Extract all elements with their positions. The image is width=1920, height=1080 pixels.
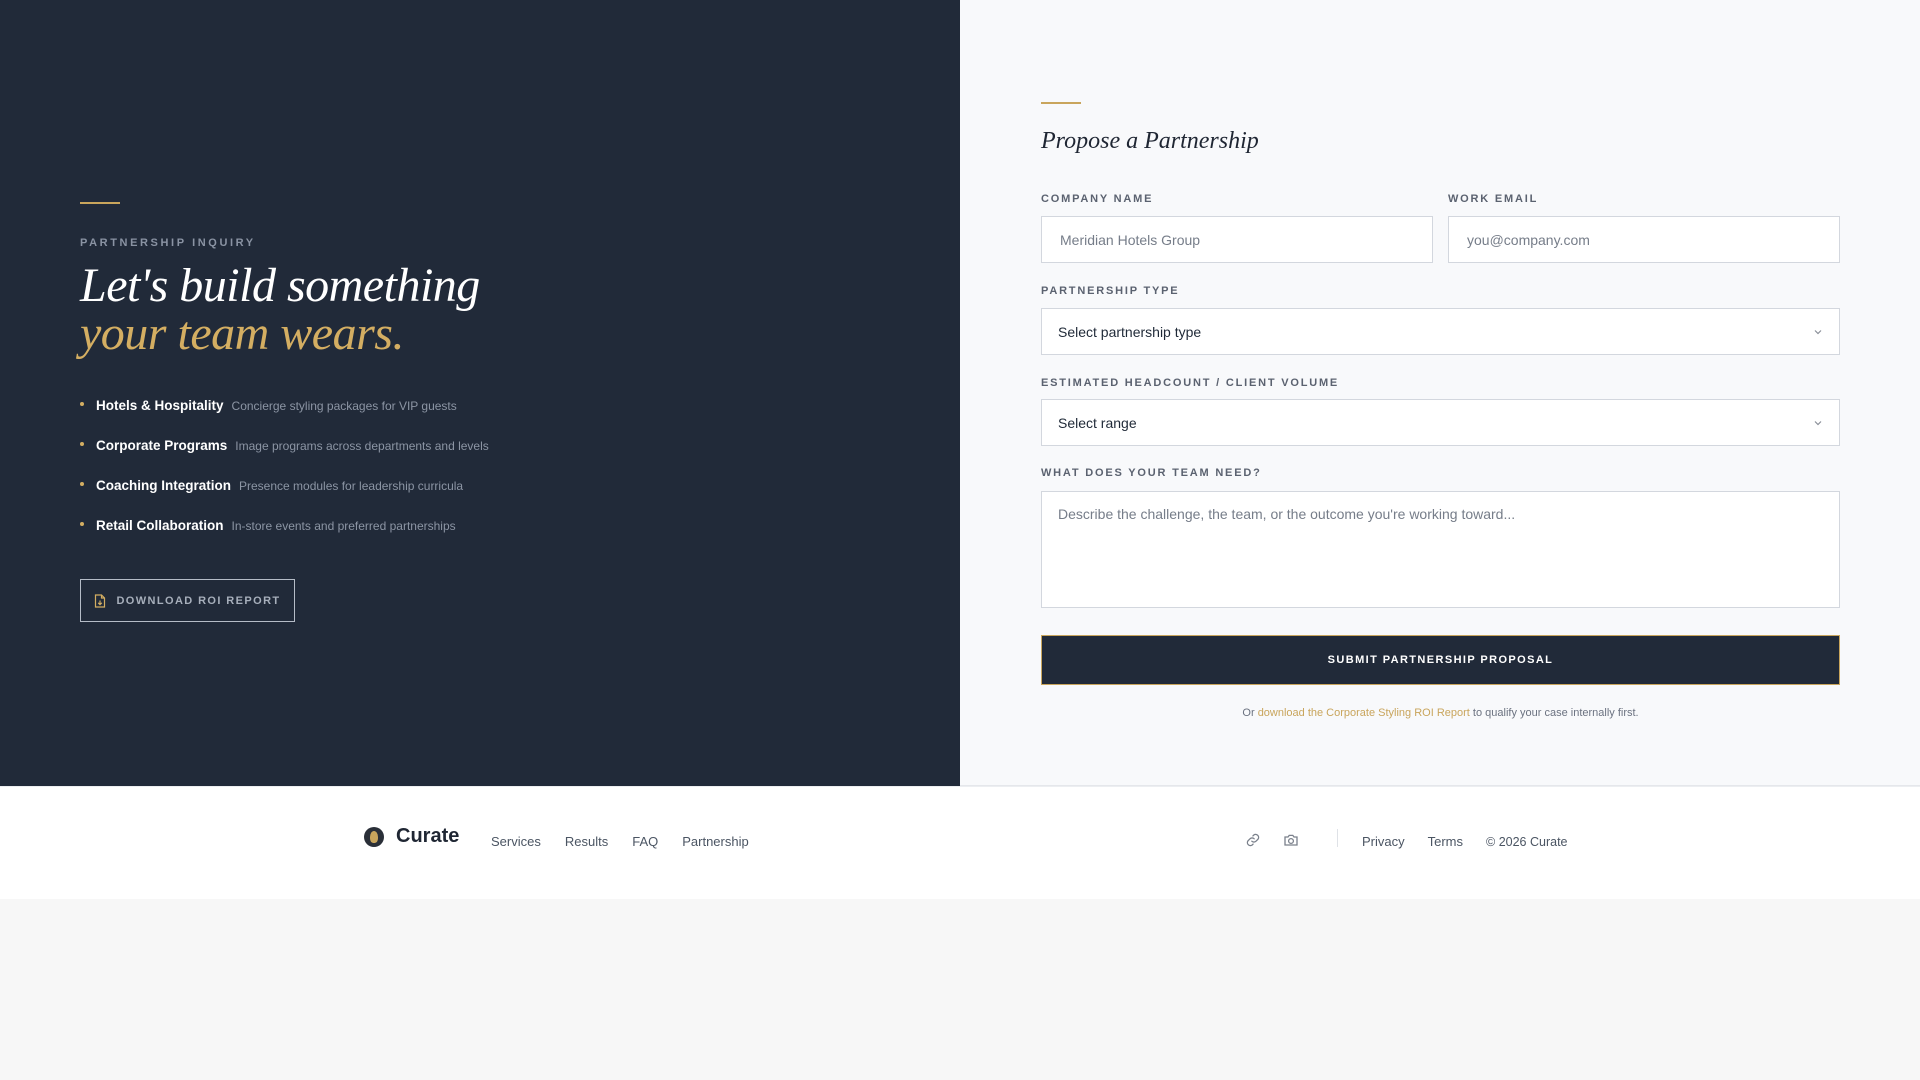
team-needs-textarea[interactable] [1041,491,1840,608]
document-icon [95,593,106,608]
company-name-field[interactable] [1041,216,1433,263]
feature-list: Hotels & Hospitality Concierge styling pa… [80,398,489,558]
footer-nav: Services Results FAQ Partnership [491,834,749,849]
hero-section: PARTNERSHIP INQUIRY Let's build somethin… [0,0,1920,786]
partnership-type-select[interactable]: Select partnership type [1041,308,1840,355]
note-prefix: Or [1242,707,1255,719]
logo-icon [364,826,384,847]
headline-line-2: your team wears. [80,307,404,360]
feature-desc: Concierge styling packages for VIP guest… [231,399,457,413]
accent-rule [80,202,120,204]
footer-nav-results[interactable]: Results [565,834,608,849]
site-footer: Curate Services Results FAQ Partnership … [0,786,1920,899]
roi-note: Or download the Corporate Styling ROI Re… [1041,707,1840,719]
headcount-select[interactable]: Select range [1041,399,1840,446]
headcount-label: ESTIMATED HEADCOUNT / CLIENT VOLUME [1041,377,1340,389]
feature-desc: Image programs across departments and le… [235,439,489,453]
headcount-value: Select range [1058,414,1137,431]
partnership-form: Propose a Partnership COMPANY NAME WORK … [960,0,1920,786]
download-roi-button[interactable]: DOWNLOAD ROI REPORT [80,579,295,622]
page-background [0,899,1920,1080]
team-needs-label: WHAT DOES YOUR TEAM NEED? [1041,467,1262,479]
link-icon[interactable] [1245,832,1261,848]
company-name-input[interactable] [1058,230,1416,249]
work-email-label: WORK EMAIL [1448,193,1539,205]
note-suffix: to qualify your case internally first. [1472,707,1639,719]
bullet-icon [80,522,84,526]
feature-desc: In-store events and preferred partnershi… [231,519,456,533]
footer-divider [1337,829,1338,847]
feature-item: Corporate Programs Image programs across … [80,438,489,478]
copyright: © 2026 Curate [1486,834,1568,849]
chevron-down-icon [1814,420,1822,425]
bullet-icon [80,482,84,486]
roi-report-link[interactable]: download the Corporate Styling ROI Repor… [1258,707,1470,719]
eyebrow-label: PARTNERSHIP INQUIRY [80,237,256,249]
bullet-icon [80,402,84,406]
footer-nav-partnership[interactable]: Partnership [682,834,748,849]
feature-title: Coaching Integration [96,478,231,493]
partnership-type-value: Select partnership type [1058,323,1202,340]
footer-nav-faq[interactable]: FAQ [632,834,658,849]
camera-icon[interactable] [1283,832,1299,848]
bullet-icon [80,442,84,446]
footer-legal: Privacy Terms © 2026 Curate [1362,834,1568,849]
feature-item: Hotels & Hospitality Concierge styling pa… [80,398,489,438]
company-name-label: COMPANY NAME [1041,193,1154,205]
submit-proposal-button[interactable]: SUBMIT PARTNERSHIP PROPOSAL [1041,635,1840,685]
terms-link[interactable]: Terms [1428,834,1463,849]
footer-social [1245,832,1299,848]
partnership-type-label: PARTNERSHIP TYPE [1041,285,1180,297]
headline: Let's build something your team wears. [80,262,480,358]
work-email-input[interactable] [1465,230,1823,249]
feature-desc: Presence modules for leadership curricul… [239,479,464,493]
feature-title: Corporate Programs [96,438,228,453]
privacy-link[interactable]: Privacy [1362,834,1405,849]
download-roi-label: DOWNLOAD ROI REPORT [116,594,281,607]
headline-line-1: Let's build something [80,259,480,312]
intro-panel: PARTNERSHIP INQUIRY Let's build somethin… [0,0,960,786]
footer-nav-services[interactable]: Services [491,834,541,849]
work-email-field[interactable] [1448,216,1840,263]
feature-item: Coaching Integration Presence modules for… [80,478,489,518]
feature-title: Retail Collaboration [96,518,224,533]
brand-name: Curate [396,825,460,847]
accent-rule [1041,102,1081,104]
footer-brand[interactable]: Curate [364,825,459,848]
chevron-down-icon [1814,329,1822,334]
feature-title: Hotels & Hospitality [96,398,224,413]
feature-item: Retail Collaboration In-store events and … [80,518,489,558]
form-title: Propose a Partnership [1041,128,1259,154]
